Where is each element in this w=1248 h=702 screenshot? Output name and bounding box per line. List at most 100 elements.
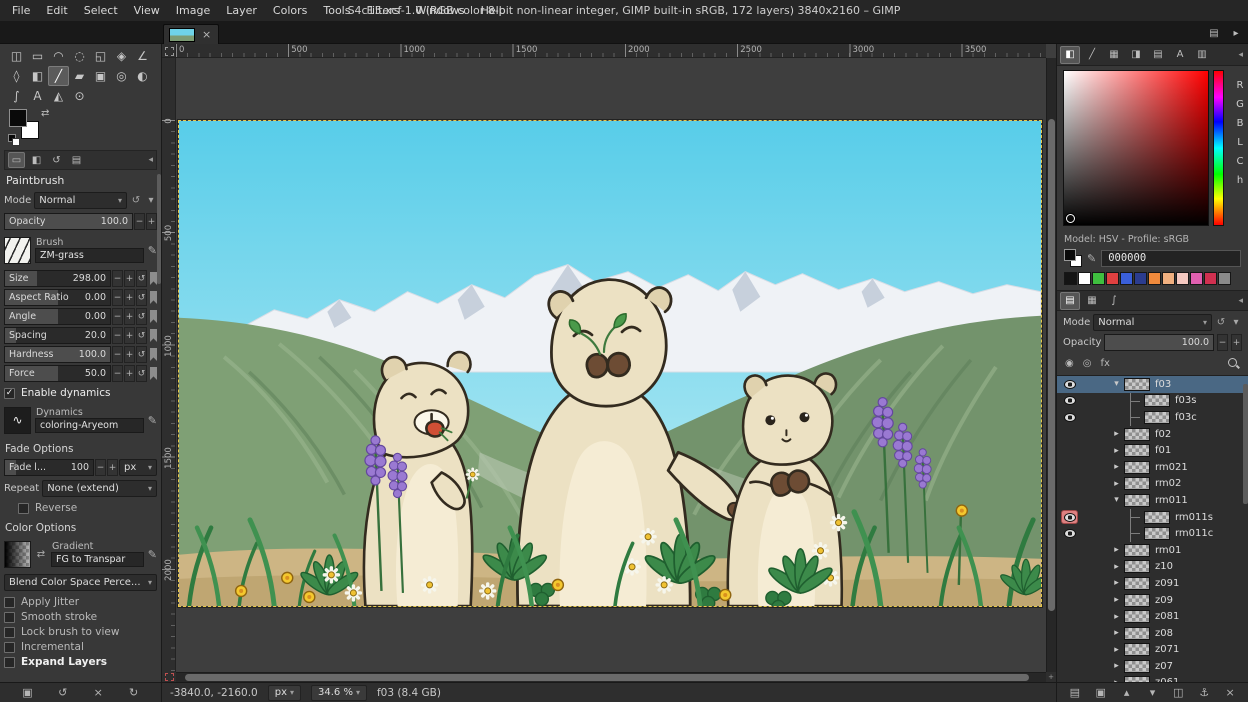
paths-tab-icon[interactable]: ∫ bbox=[1104, 292, 1124, 310]
default-colors-icon[interactable] bbox=[8, 134, 19, 145]
palette-swatch-2[interactable] bbox=[1092, 272, 1105, 285]
layer-row-z10[interactable]: ▸z10 bbox=[1057, 559, 1248, 576]
free-select-tool-icon[interactable]: ◠ bbox=[48, 46, 69, 66]
collapse-icon[interactable]: ▾ bbox=[1111, 379, 1122, 389]
vertical-ruler[interactable]: 0500100015002000 bbox=[162, 58, 176, 672]
slider-bar[interactable]: Size298.00 bbox=[4, 270, 111, 287]
fade-unit-select[interactable]: px bbox=[119, 459, 157, 476]
visibility-toggle[interactable] bbox=[1061, 444, 1078, 458]
visibility-toggle[interactable] bbox=[1061, 477, 1078, 491]
reset-icon[interactable]: ↺ bbox=[136, 289, 147, 306]
vertical-scrollbar-thumb[interactable] bbox=[1048, 119, 1055, 610]
bookmark-icon[interactable] bbox=[150, 348, 157, 361]
layer-row-f03[interactable]: ▾ f03 bbox=[1057, 376, 1248, 393]
mode-reset-icon[interactable]: ↺ bbox=[130, 195, 142, 206]
layer-row-rm011s[interactable]: rm011s bbox=[1057, 509, 1248, 526]
decrement-icon[interactable]: − bbox=[134, 213, 145, 230]
layer-row-f02[interactable]: ▸f02 bbox=[1057, 426, 1248, 443]
brushes-tab-icon[interactable]: ╱ bbox=[1082, 46, 1102, 64]
fg-bg-color-area[interactable]: ⇄ bbox=[8, 108, 54, 146]
layer-thumbnail[interactable] bbox=[1124, 594, 1150, 607]
gradients-tab-icon[interactable]: ◨ bbox=[1126, 46, 1146, 64]
reset-icon[interactable]: ↺ bbox=[136, 270, 147, 287]
increment-icon[interactable]: + bbox=[124, 346, 135, 363]
visibility-toggle[interactable] bbox=[1061, 643, 1078, 657]
layer-name[interactable]: z081 bbox=[1155, 611, 1179, 622]
incremental-checkbox[interactable] bbox=[4, 642, 15, 653]
canvas-viewport[interactable] bbox=[176, 58, 1046, 672]
expand-icon[interactable]: ▸ bbox=[1111, 578, 1122, 588]
visibility-toggle[interactable] bbox=[1061, 527, 1078, 541]
paint-mode-select[interactable]: Normal bbox=[34, 192, 127, 209]
color-marker[interactable] bbox=[1066, 214, 1075, 223]
reverse-checkbox[interactable] bbox=[18, 503, 29, 514]
layer-row-z09[interactable]: ▸z09 bbox=[1057, 592, 1248, 609]
palette-swatch-0[interactable] bbox=[1064, 272, 1077, 285]
channel-C-button[interactable]: C bbox=[1232, 156, 1248, 170]
layer-thumbnail[interactable] bbox=[1124, 660, 1150, 673]
palette-swatch-1[interactable] bbox=[1078, 272, 1091, 285]
layer-row-f03s[interactable]: f03s bbox=[1057, 393, 1248, 410]
delete-tool-preset-icon[interactable]: × bbox=[90, 686, 106, 699]
visibility-toggle[interactable] bbox=[1061, 659, 1078, 673]
checkbox-row-lock-brush-to-view[interactable]: Lock brush to view bbox=[4, 626, 157, 638]
duplicate-layer-icon[interactable]: ◫ bbox=[1170, 686, 1186, 699]
slider-bar[interactable]: Spacing20.0 bbox=[4, 327, 111, 344]
palette-swatch-10[interactable] bbox=[1204, 272, 1217, 285]
horizontal-ruler[interactable]: 0500100015002000250030003500 bbox=[176, 44, 1046, 58]
layer-name[interactable]: z07 bbox=[1155, 661, 1173, 672]
gradient-name[interactable]: FG to Transpar bbox=[51, 552, 144, 567]
layer-name[interactable]: z091 bbox=[1155, 578, 1179, 589]
slider-bar[interactable]: Angle0.00 bbox=[4, 308, 111, 325]
layer-thumbnail[interactable] bbox=[1124, 378, 1150, 391]
layer-row-rm011c[interactable]: rm011c bbox=[1057, 525, 1248, 542]
images-tab-icon[interactable]: ▤ bbox=[68, 152, 85, 168]
layer-row-f03c[interactable]: f03c bbox=[1057, 409, 1248, 426]
enable-dynamics-row[interactable]: Enable dynamics bbox=[4, 387, 157, 399]
expand-icon[interactable]: ▸ bbox=[1111, 628, 1122, 638]
lock-brush-to-view-checkbox[interactable] bbox=[4, 627, 15, 638]
layer-row-rm02[interactable]: ▸rm02 bbox=[1057, 476, 1248, 493]
bookmark-icon[interactable] bbox=[150, 291, 157, 304]
edit-brush-icon[interactable]: ✎ bbox=[148, 244, 157, 257]
layer-thumbnail[interactable] bbox=[1124, 461, 1150, 474]
decrement-icon[interactable]: − bbox=[112, 308, 123, 325]
expand-icon[interactable]: ▸ bbox=[1111, 562, 1122, 572]
tab-menu-icon[interactable]: ◂ bbox=[148, 155, 153, 165]
visibility-toggle[interactable] bbox=[1061, 593, 1078, 607]
layer-thumbnail[interactable] bbox=[1144, 394, 1170, 407]
crop-tool-icon[interactable]: ◱ bbox=[90, 46, 111, 66]
channel-G-button[interactable]: G bbox=[1232, 99, 1248, 113]
brush-name[interactable]: ZM-grass bbox=[35, 248, 144, 263]
gradient-thumbnail[interactable] bbox=[4, 541, 31, 568]
visibility-toggle[interactable] bbox=[1061, 377, 1078, 391]
layers-scrollbar[interactable] bbox=[1243, 384, 1248, 504]
slider-spacing[interactable]: Spacing20.0−+↺ bbox=[4, 327, 157, 344]
checkbox-row-expand-layers[interactable]: Expand Layers bbox=[4, 656, 157, 668]
layer-name[interactable]: f03 bbox=[1155, 379, 1171, 390]
palette-swatch-11[interactable] bbox=[1218, 272, 1231, 285]
layer-row-z08[interactable]: ▸z08 bbox=[1057, 625, 1248, 642]
gradient-selector[interactable]: ⇄ Gradient FG to Transpar ✎ bbox=[4, 539, 157, 569]
menu-image[interactable]: Image bbox=[168, 1, 218, 20]
expand-icon[interactable]: ▸ bbox=[1111, 479, 1122, 489]
visibility-toggle[interactable] bbox=[1061, 610, 1078, 624]
layer-thumbnail[interactable] bbox=[1144, 411, 1170, 424]
toolbox-scrollbar[interactable] bbox=[157, 174, 161, 284]
checkbox-row-smooth-stroke[interactable]: Smooth stroke bbox=[4, 611, 157, 623]
smudge-tool-icon[interactable]: ◎ bbox=[111, 66, 132, 86]
measure-tool-icon[interactable]: ∠ bbox=[132, 46, 153, 66]
anchor-layer-icon[interactable]: ⚓ bbox=[1196, 686, 1212, 699]
hex-input[interactable]: 000000 bbox=[1101, 250, 1241, 267]
slider-aspect-ratio[interactable]: Aspect Ratio0.00−+↺ bbox=[4, 289, 157, 306]
layer-row-z071[interactable]: ▸z071 bbox=[1057, 642, 1248, 659]
transform-tool-icon[interactable]: ◈ bbox=[111, 46, 132, 66]
expand-icon[interactable]: ▸ bbox=[1111, 595, 1122, 605]
layer-name[interactable]: f01 bbox=[1155, 445, 1171, 456]
menu-select[interactable]: Select bbox=[76, 1, 126, 20]
ruler-corner[interactable] bbox=[162, 44, 176, 58]
opacity-slider[interactable]: Opacity 100.0 − + bbox=[4, 213, 157, 230]
expand-icon[interactable]: ▸ bbox=[1111, 429, 1122, 439]
fg-color-swatch[interactable] bbox=[9, 109, 27, 127]
layer-name[interactable]: rm01 bbox=[1155, 545, 1181, 556]
